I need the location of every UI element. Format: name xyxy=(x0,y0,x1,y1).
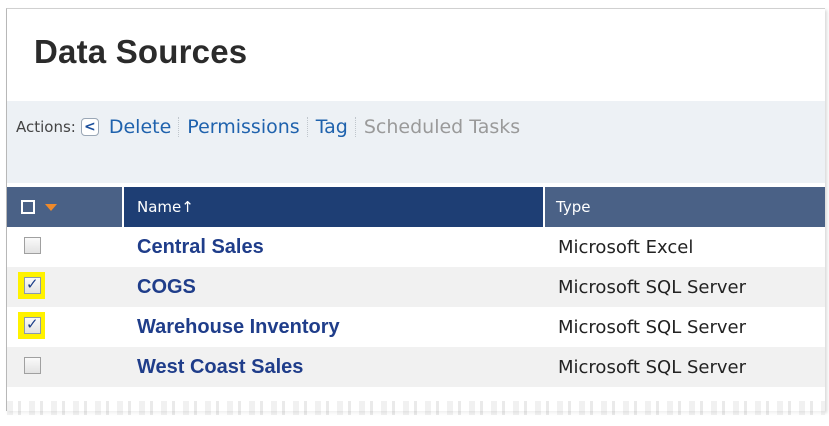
column-header-name[interactable]: Name↑ xyxy=(124,187,543,227)
data-sources-panel: Data Sources Actions: < Delete Permissio… xyxy=(6,8,825,415)
data-source-type: Microsoft SQL Server xyxy=(558,276,747,298)
tag-action[interactable]: Tag xyxy=(316,116,348,138)
table-row: Warehouse Inventory Microsoft SQL Server xyxy=(7,307,825,347)
data-source-type: Microsoft SQL Server xyxy=(558,316,747,338)
row-checkbox[interactable] xyxy=(24,357,41,374)
separator xyxy=(354,117,357,137)
separator xyxy=(178,117,180,137)
torn-edge xyxy=(7,401,825,415)
data-source-name-link[interactable]: Central Sales xyxy=(124,236,547,259)
column-header-type[interactable]: Type xyxy=(545,187,825,227)
row-select-cell xyxy=(7,227,124,267)
actions-bar: Actions: < Delete Permissions Tag Schedu… xyxy=(7,101,825,183)
row-select-cell xyxy=(7,307,124,347)
table-row: COGS Microsoft SQL Server xyxy=(7,267,825,307)
select-menu-caret-icon[interactable] xyxy=(45,203,57,211)
data-source-name-link[interactable]: West Coast Sales xyxy=(124,356,547,379)
row-checkbox[interactable] xyxy=(24,315,41,334)
row-select-cell xyxy=(7,267,124,307)
table-row: Central Sales Microsoft Excel xyxy=(7,227,825,267)
scheduled-tasks-action: Scheduled Tasks xyxy=(363,116,521,138)
separator xyxy=(306,117,309,137)
data-source-type: Microsoft Excel xyxy=(558,236,694,258)
page-title: Data Sources xyxy=(34,33,248,70)
select-all-checkbox[interactable] xyxy=(21,200,35,214)
data-sources-table: Name↑ Type Central Sales Microsoft Excel… xyxy=(7,187,825,387)
row-select-cell xyxy=(7,347,124,387)
permissions-action[interactable]: Permissions xyxy=(187,116,299,138)
table-header: Name↑ Type xyxy=(7,187,825,227)
collapse-actions-button[interactable]: < xyxy=(80,118,99,136)
row-checkbox[interactable] xyxy=(24,237,41,254)
data-source-name-link[interactable]: COGS xyxy=(124,276,547,299)
delete-action[interactable]: Delete xyxy=(109,116,171,138)
actions-label: Actions: xyxy=(16,118,76,136)
row-checkbox[interactable] xyxy=(24,275,41,294)
table-row: West Coast Sales Microsoft SQL Server xyxy=(7,347,825,387)
chevron-left-icon: < xyxy=(83,118,96,135)
data-source-name-link[interactable]: Warehouse Inventory xyxy=(124,316,547,339)
actions-row: Actions: < Delete Permissions Tag Schedu… xyxy=(16,115,520,139)
data-source-type: Microsoft SQL Server xyxy=(558,356,747,378)
select-all-header[interactable] xyxy=(7,187,122,227)
